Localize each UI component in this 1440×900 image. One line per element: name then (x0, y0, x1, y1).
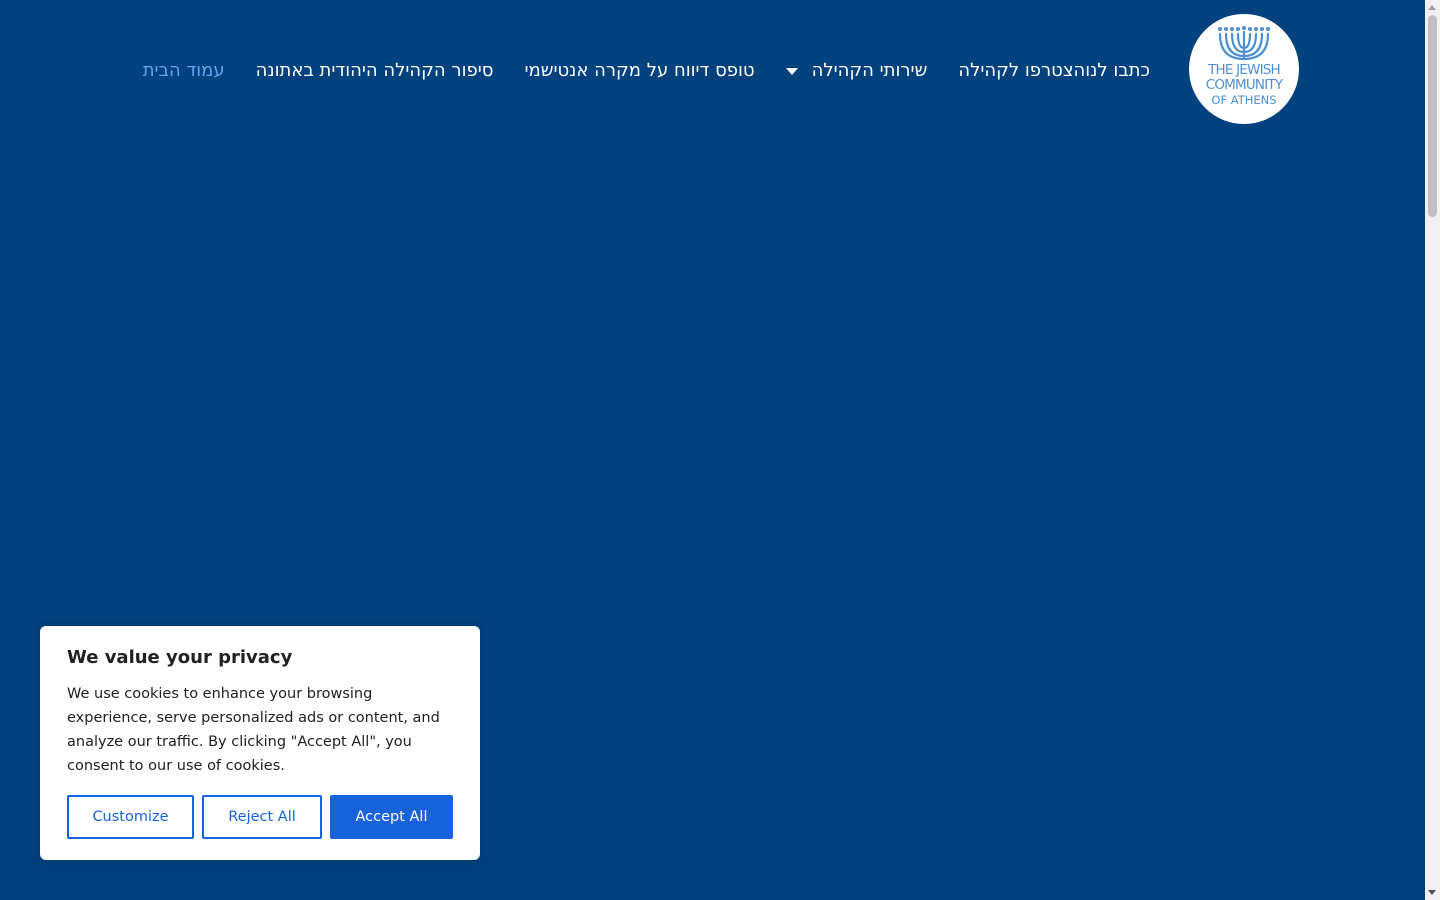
nav-item-community-services[interactable]: שירותי הקהילה (785, 59, 928, 81)
nav-item-join-community[interactable]: הצטרפו לקהילה (958, 60, 1085, 81)
cookie-buttons: Customize Reject All Accept All (67, 795, 461, 839)
logo-line-3: OF ATHENS (1211, 93, 1277, 107)
logo-line-2: COMMUNITY (1205, 77, 1283, 93)
scroll-down-arrow-icon[interactable] (1428, 890, 1436, 895)
cookie-consent-banner: We value your privacy We use cookies to … (40, 626, 480, 860)
page-background: THE JEWISH COMMUNITY OF ATHENS עמוד הבית… (0, 0, 1425, 900)
accept-all-button[interactable]: Accept All (330, 795, 453, 839)
cookie-title: We value your privacy (67, 647, 293, 668)
nav-item-antisemitism-report[interactable]: טופס דיווח על מקרה אנטישמי (524, 60, 754, 81)
logo-line-1: THE JEWISH (1208, 62, 1281, 78)
nav-item-community-story[interactable]: סיפור הקהילה היהודית באתונה (256, 60, 494, 81)
reject-all-button[interactable]: Reject All (202, 795, 322, 839)
nav-item-community-services-label: שירותי הקהילה (811, 59, 928, 81)
nav-item-home[interactable]: עמוד הבית (143, 60, 225, 81)
cookie-description: We use cookies to enhance your browsing … (67, 686, 440, 774)
main-nav: עמוד הבית סיפור הקהילה היהודית באתונה טו… (103, 55, 1150, 85)
page-scrollbar[interactable] (1425, 0, 1440, 900)
scroll-up-arrow-icon[interactable] (1428, 5, 1436, 10)
chevron-down-icon[interactable] (785, 67, 798, 75)
scroll-thumb[interactable] (1428, 15, 1437, 217)
logo-text: THE JEWISH COMMUNITY OF ATHENS (1206, 63, 1283, 108)
menorah-icon (1218, 26, 1270, 60)
customize-button[interactable]: Customize (67, 795, 194, 839)
nav-item-contact-us[interactable]: כתבו לנו (1085, 60, 1150, 81)
community-logo[interactable]: THE JEWISH COMMUNITY OF ATHENS (1189, 14, 1299, 124)
